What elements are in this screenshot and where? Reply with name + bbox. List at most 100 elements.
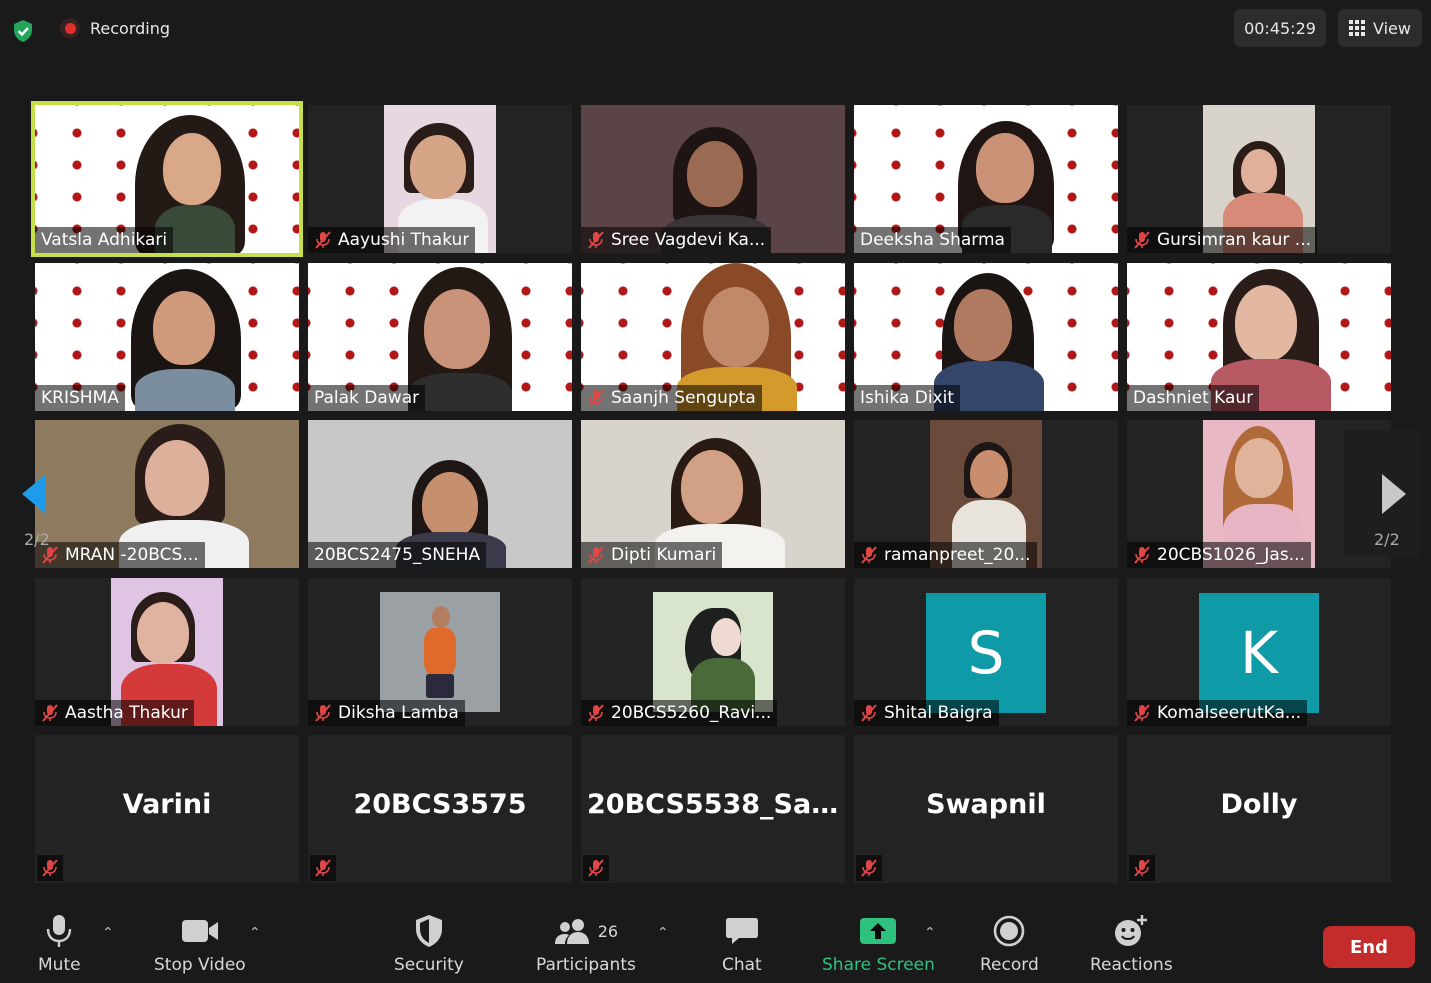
chevron-up-icon[interactable]: ⌃ [249, 925, 261, 941]
participant-name-tag: 20BCS2475_SNEHA [308, 542, 487, 568]
mute-indicator [1129, 855, 1155, 881]
participant-name-tag: Saanjh Sengupta [581, 385, 762, 411]
mute-indicator [37, 855, 63, 881]
mic-muted-icon [1134, 231, 1150, 249]
chevron-up-icon[interactable]: ⌃ [102, 925, 114, 941]
participant-tile[interactable]: 20BCS2475_SNEHA [308, 420, 572, 568]
mic-muted-icon [1134, 859, 1150, 877]
reactions-button[interactable]: Reactions [1090, 913, 1173, 975]
avatar-letter: S [967, 619, 1005, 687]
participant-name: 20BCS3575 [353, 789, 527, 820]
participant-tile[interactable]: Deeksha Sharma [854, 105, 1118, 253]
participant-name-tag: Sree Vagdevi Ka... [581, 227, 772, 253]
chevron-up-icon[interactable]: ⌃ [924, 925, 936, 941]
participant-name: KomalseerutKa... [1157, 703, 1302, 723]
participant-name-tag: Palak Dawar [308, 385, 426, 411]
participant-name-tag: KRISHMA [35, 385, 125, 411]
participant-name-tag: Dashniet Kaur [1127, 385, 1260, 411]
mic-muted-icon [42, 704, 58, 722]
participant-tile[interactable]: Diksha Lamba [308, 578, 572, 726]
security-button[interactable]: Security [394, 913, 464, 975]
record-icon [60, 18, 80, 38]
shield-icon [415, 915, 442, 947]
participant-tile[interactable]: Vatsla Adhikari [31, 101, 303, 257]
participant-name-tag: Ishika Dixit [854, 385, 960, 411]
participant-tile[interactable]: Dipti Kumari [581, 420, 845, 568]
participant-name-tag: Shital Baigra [854, 700, 999, 726]
chevron-up-icon[interactable]: ⌃ [657, 925, 669, 941]
avatar-letter: K [1239, 619, 1279, 687]
participant-name: 20BCS5260_Ravi... [611, 703, 772, 723]
participant-name-tag: 20BCS5260_Ravi... [581, 700, 778, 726]
participant-name: Aayushi Thakur [338, 230, 470, 250]
arrow-right-icon [1382, 474, 1406, 514]
participant-name: Dashniet Kaur [1133, 388, 1254, 408]
participant-name-tag: Dipti Kumari [581, 542, 723, 568]
avatar: K [1199, 593, 1319, 713]
view-button[interactable]: View [1338, 9, 1422, 47]
participant-name: Sree Vagdevi Ka... [611, 230, 766, 250]
participant-tile[interactable]: K KomalseerutKa... [1127, 578, 1391, 726]
mic-muted-icon [1134, 546, 1150, 564]
previous-page-button[interactable]: 2/2 [14, 430, 80, 556]
mute-indicator [583, 855, 609, 881]
video-camera-icon [181, 920, 218, 942]
mute-button[interactable]: Mute [38, 913, 81, 975]
shield-check-icon[interactable] [10, 18, 36, 44]
record-button[interactable]: Record [980, 913, 1039, 975]
mic-muted-icon [861, 546, 877, 564]
participant-tile[interactable]: Sree Vagdevi Ka... [581, 105, 845, 253]
participant-name: MRAN -20BCS... [65, 545, 199, 565]
mic-muted-icon [588, 389, 604, 407]
participant-tile[interactable]: ramanpreet_20... [854, 420, 1118, 568]
mic-muted-icon [588, 231, 604, 249]
participant-tile[interactable]: Dashniet Kaur [1127, 263, 1391, 411]
record-circle-icon [994, 915, 1025, 947]
participant-tile[interactable]: Aayushi Thakur [308, 105, 572, 253]
participant-tile[interactable]: Gursimran kaur ... [1127, 105, 1391, 253]
reactions-label: Reactions [1090, 955, 1173, 975]
participant-name: Ishika Dixit [860, 388, 954, 408]
chat-button[interactable]: Chat [722, 913, 762, 975]
participant-name: Aastha Thakur [65, 703, 188, 723]
participant-tile[interactable]: 20BCS3575 [308, 735, 572, 883]
participant-tile[interactable]: Swapnil [854, 735, 1118, 883]
chat-bubble-icon [725, 918, 758, 944]
share-arrow-icon [860, 918, 897, 944]
emoji-plus-icon [1115, 915, 1148, 946]
next-page-button[interactable]: 2/2 [1344, 430, 1420, 556]
meeting-toolbar: Mute ⌃ Stop Video ⌃ Security 26 Particip… [0, 905, 1431, 983]
participant-tile[interactable]: Saanjh Sengupta [581, 263, 845, 411]
participant-name: Swapnil [926, 789, 1046, 820]
participant-tile[interactable]: Ishika Dixit [854, 263, 1118, 411]
participant-name-tag: KomalseerutKa... [1127, 700, 1308, 726]
participant-name: ramanpreet_20... [884, 545, 1031, 565]
mic-muted-icon [315, 704, 331, 722]
participant-tile[interactable]: S Shital Baigra [854, 578, 1118, 726]
end-meeting-button[interactable]: End [1323, 926, 1415, 968]
stop-video-button[interactable]: Stop Video [154, 913, 246, 975]
participant-tile[interactable]: Varini [35, 735, 299, 883]
participant-name-tag: Vatsla Adhikari [35, 227, 174, 253]
participant-tile[interactable]: KRISHMA [35, 263, 299, 411]
participant-tile[interactable]: 20BCS5260_Ravi... [581, 578, 845, 726]
page-indicator: 2/2 [24, 530, 50, 549]
participant-tile[interactable]: Aastha Thakur [35, 578, 299, 726]
mic-muted-icon [861, 704, 877, 722]
participant-name: Dipti Kumari [611, 545, 717, 565]
page-indicator: 2/2 [1374, 530, 1400, 549]
mic-icon [47, 915, 72, 947]
mic-muted-icon [1134, 704, 1150, 722]
recording-indicator[interactable]: Recording [60, 18, 170, 38]
participant-tile[interactable]: 20BCS5538_San... [581, 735, 845, 883]
participant-tile[interactable]: Dolly [1127, 735, 1391, 883]
participant-tile[interactable]: Palak Dawar [308, 263, 572, 411]
mute-indicator [856, 855, 882, 881]
share-screen-button[interactable]: Share Screen [822, 913, 935, 975]
participant-name: KRISHMA [41, 388, 119, 408]
participant-name: 20CBS1026_Jas... [1157, 545, 1305, 565]
mic-muted-icon [42, 859, 58, 877]
participants-button[interactable]: 26 Participants [536, 913, 636, 975]
participant-name: Varini [122, 789, 212, 820]
grid-icon [1349, 20, 1366, 36]
